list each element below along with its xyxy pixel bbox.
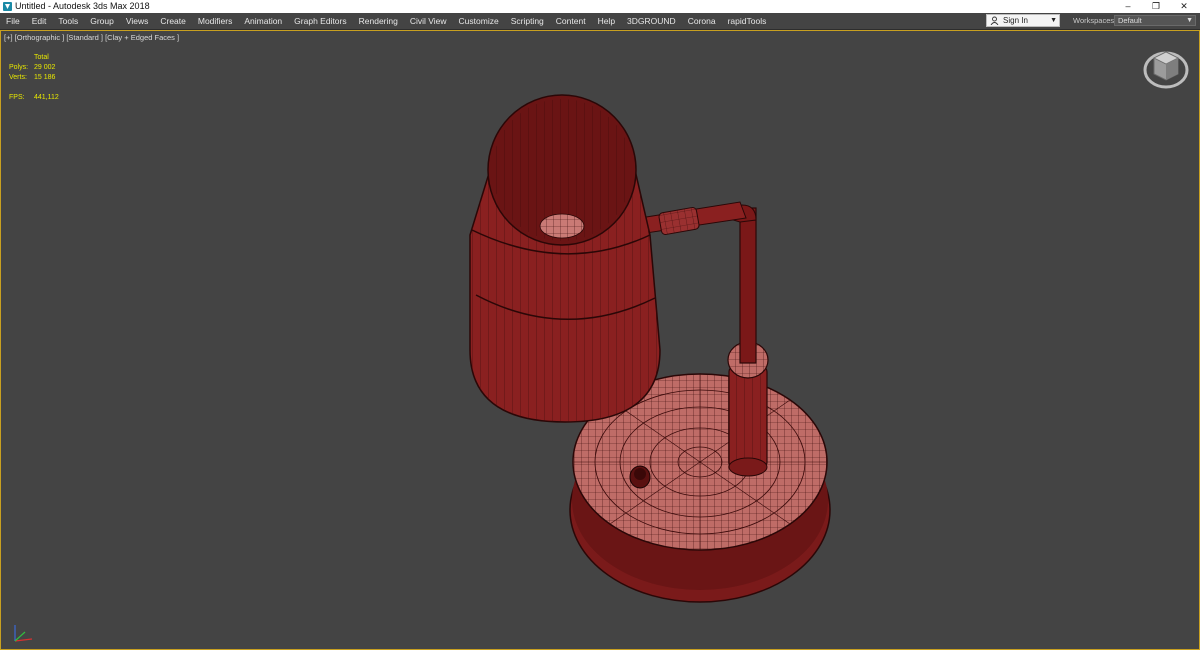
menu-create[interactable]: Create <box>154 13 192 29</box>
scene-desk-lamp <box>469 94 831 603</box>
axis-tripod-icon <box>14 625 33 642</box>
menu-animation[interactable]: Animation <box>238 13 288 29</box>
restore-button[interactable]: ❐ <box>1142 0 1170 13</box>
workspaces-dropdown-icon: ▼ <box>1186 17 1193 24</box>
menu-civil-view[interactable]: Civil View <box>404 13 453 29</box>
menu-items: File Edit Tools Group Views Create Modifiers An… <box>0 13 772 29</box>
polys-value: 29 002 <box>34 64 56 71</box>
menu-edit[interactable]: Edit <box>26 13 53 29</box>
window-title: Untitled - Autodesk 3ds Max 2018 <box>15 1 150 11</box>
lamp-arm <box>639 201 747 236</box>
menu-scripting[interactable]: Scripting <box>505 13 550 29</box>
menu-file[interactable]: File <box>0 13 26 29</box>
viewport-orthographic[interactable]: [+] [Orthographic ] [Standard ] [Clay + … <box>0 30 1200 650</box>
sign-in-dropdown-icon: ▼ <box>1050 17 1057 24</box>
minimize-button[interactable]: – <box>1114 0 1142 13</box>
workspaces-select[interactable]: Default ▼ <box>1114 15 1196 26</box>
lamp-switch-knob <box>629 465 651 489</box>
menu-3dground[interactable]: 3DGROUND <box>621 13 682 29</box>
user-icon <box>990 16 999 25</box>
lamp-shade <box>469 94 661 423</box>
menu-rapidtools[interactable]: rapidTools <box>722 13 773 29</box>
fps-label: FPS: <box>9 94 25 101</box>
verts-label: Verts: <box>9 74 27 81</box>
menu-corona[interactable]: Corona <box>682 13 722 29</box>
menu-tools[interactable]: Tools <box>52 13 84 29</box>
title-bar: Untitled - Autodesk 3ds Max 2018 – ❐ ✕ <box>0 0 1200 13</box>
menu-customize[interactable]: Customize <box>453 13 505 29</box>
3dsmax-logo-icon <box>3 2 12 11</box>
verts-value: 15 186 <box>34 74 56 81</box>
menu-rendering[interactable]: Rendering <box>353 13 404 29</box>
polys-label: Polys: <box>9 64 29 71</box>
menu-group[interactable]: Group <box>84 13 120 29</box>
menu-graph-editors[interactable]: Graph Editors <box>288 13 352 29</box>
stats-header: Total <box>34 54 49 61</box>
menu-views[interactable]: Views <box>120 13 155 29</box>
sign-in-button[interactable]: Sign In ▼ <box>986 14 1060 27</box>
viewport-label[interactable]: [+] [Orthographic ] [Standard ] [Clay + … <box>4 33 179 42</box>
close-button[interactable]: ✕ <box>1170 0 1198 13</box>
workspaces-value: Default <box>1118 16 1142 25</box>
viewcube-icon[interactable] <box>1142 44 1190 92</box>
menu-modifiers[interactable]: Modifiers <box>192 13 238 29</box>
sign-in-label: Sign In <box>1003 16 1028 25</box>
menu-help[interactable]: Help <box>592 13 621 29</box>
menu-content[interactable]: Content <box>550 13 592 29</box>
workspaces-label: Workspaces: <box>1073 16 1117 25</box>
fps-value: 441,112 <box>34 94 59 101</box>
